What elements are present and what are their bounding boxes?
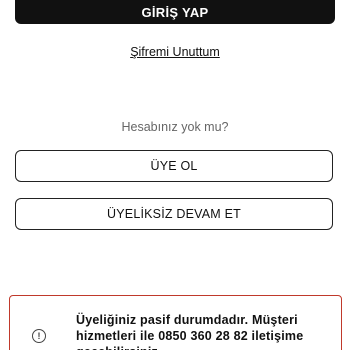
alert-message: Üyeliğiniz pasif durumdadır. Müşteri hiz… [76, 313, 304, 350]
signup-button[interactable]: ÜYE OL [15, 150, 333, 182]
continue-as-guest-button[interactable]: ÜYELİKSİZ DEVAM ET [15, 198, 333, 230]
inactive-account-alert: ! Üyeliğiniz pasif durumdadır. Müşteri h… [9, 295, 342, 350]
login-screen: GİRİŞ YAP Şifremi Unuttum Hesabınız yok … [0, 0, 350, 350]
info-icon: ! [32, 329, 46, 343]
forgot-password-link[interactable]: Şifremi Unuttum [0, 45, 350, 59]
login-button[interactable]: GİRİŞ YAP [15, 0, 335, 24]
no-account-prompt: Hesabınız yok mu? [121, 120, 229, 134]
